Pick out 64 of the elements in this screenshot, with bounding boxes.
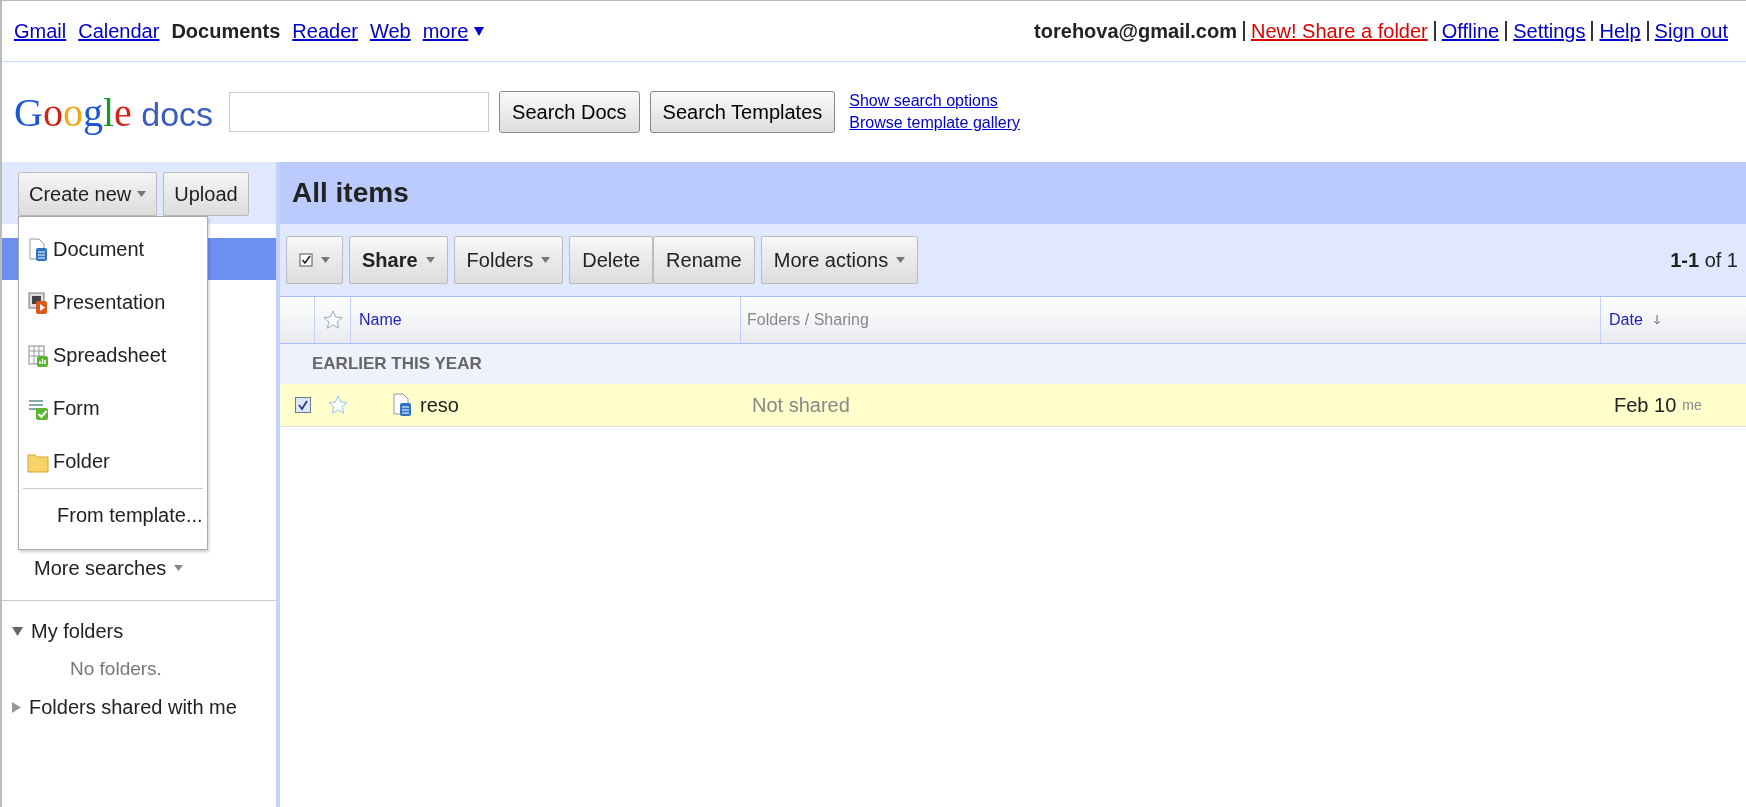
folder-tree-item[interactable]: Folders shared with me: [29, 695, 237, 719]
nav-link[interactable]: Calendar: [78, 19, 160, 43]
menu-item[interactable]: Form: [19, 382, 207, 435]
search-field[interactable]: [229, 92, 490, 132]
account-link[interactable]: Help: [1599, 19, 1641, 43]
search-link[interactable]: Browse template gallery: [849, 114, 1020, 132]
more-searches-link[interactable]: More searches: [34, 556, 167, 580]
spreadsheet-icon: [27, 343, 49, 368]
column-header[interactable]: Date: [1609, 311, 1643, 329]
checkbox[interactable]: [295, 397, 311, 413]
account-link[interactable]: Offline: [1441, 19, 1500, 43]
menu-item[interactable]: Document: [19, 223, 207, 276]
folder-tree-item[interactable]: My folders: [31, 619, 124, 643]
caret-icon: [541, 257, 551, 263]
account-email: torehova@gmail.com: [1034, 19, 1237, 43]
account-link[interactable]: Sign out: [1654, 19, 1728, 43]
nav-link[interactable]: Gmail: [14, 19, 67, 43]
collapsed-triangle-icon[interactable]: [12, 701, 21, 713]
page-title: All items: [292, 177, 409, 209]
document-icon: [392, 393, 412, 417]
select-dropdown[interactable]: [286, 236, 343, 284]
search-button[interactable]: Search Docs: [499, 91, 640, 133]
column-header[interactable]: Name: [359, 311, 402, 329]
sort-arrow-icon[interactable]: [1652, 315, 1661, 325]
caret-icon: [137, 191, 147, 197]
document-row[interactable]: reso Not shared Feb 10 me: [280, 384, 1746, 427]
toolbar-button[interactable]: More actions: [760, 236, 919, 284]
toolbar-button[interactable]: Share: [349, 236, 448, 284]
caret-icon: [896, 257, 906, 263]
search-button[interactable]: Search Templates: [649, 91, 836, 133]
date-text: Feb 10: [1614, 393, 1677, 417]
sharing-status: Not shared: [752, 393, 850, 416]
more-link[interactable]: more: [422, 19, 469, 43]
caret-icon: [321, 257, 330, 263]
logo: Google docs: [14, 88, 214, 136]
star-icon[interactable]: [322, 310, 343, 330]
column-header: Folders / Sharing: [747, 311, 869, 329]
star-icon[interactable]: [328, 395, 348, 415]
document-name[interactable]: reso: [420, 393, 459, 417]
owner-text: me: [1682, 397, 1702, 413]
caret-icon: [425, 257, 435, 263]
checkbox-icon: [299, 253, 313, 267]
expanded-triangle-icon[interactable]: [12, 626, 23, 636]
create-new-button[interactable]: Create new: [18, 172, 158, 216]
search-link[interactable]: Show search options: [849, 92, 1020, 110]
nav-link[interactable]: Reader: [292, 19, 358, 43]
from-template-item[interactable]: From template...: [19, 489, 207, 541]
nav-link[interactable]: Documents: [171, 19, 281, 43]
account-link[interactable]: New! Share a folder: [1251, 19, 1428, 43]
document-icon: [27, 237, 49, 262]
account-link[interactable]: Settings: [1513, 19, 1586, 43]
menu-item[interactable]: Presentation: [19, 276, 207, 329]
upload-button[interactable]: Upload: [163, 172, 249, 216]
presentation-icon: [27, 290, 49, 315]
pagination-text: 1-1 of 1: [1670, 248, 1738, 272]
group-label: EARLIER THIS YEAR: [312, 354, 482, 374]
nav-link[interactable]: Web: [369, 19, 411, 43]
empty-folders-text: No folders.: [69, 657, 163, 681]
menu-item[interactable]: Spreadsheet: [19, 329, 207, 382]
toolbar-button[interactable]: Folders: [453, 236, 564, 284]
toolbar-button[interactable]: Delete: [569, 236, 654, 284]
toolbar-button[interactable]: Rename: [653, 236, 755, 284]
menu-item[interactable]: Folder: [19, 435, 207, 488]
caret-icon[interactable]: [474, 26, 485, 36]
